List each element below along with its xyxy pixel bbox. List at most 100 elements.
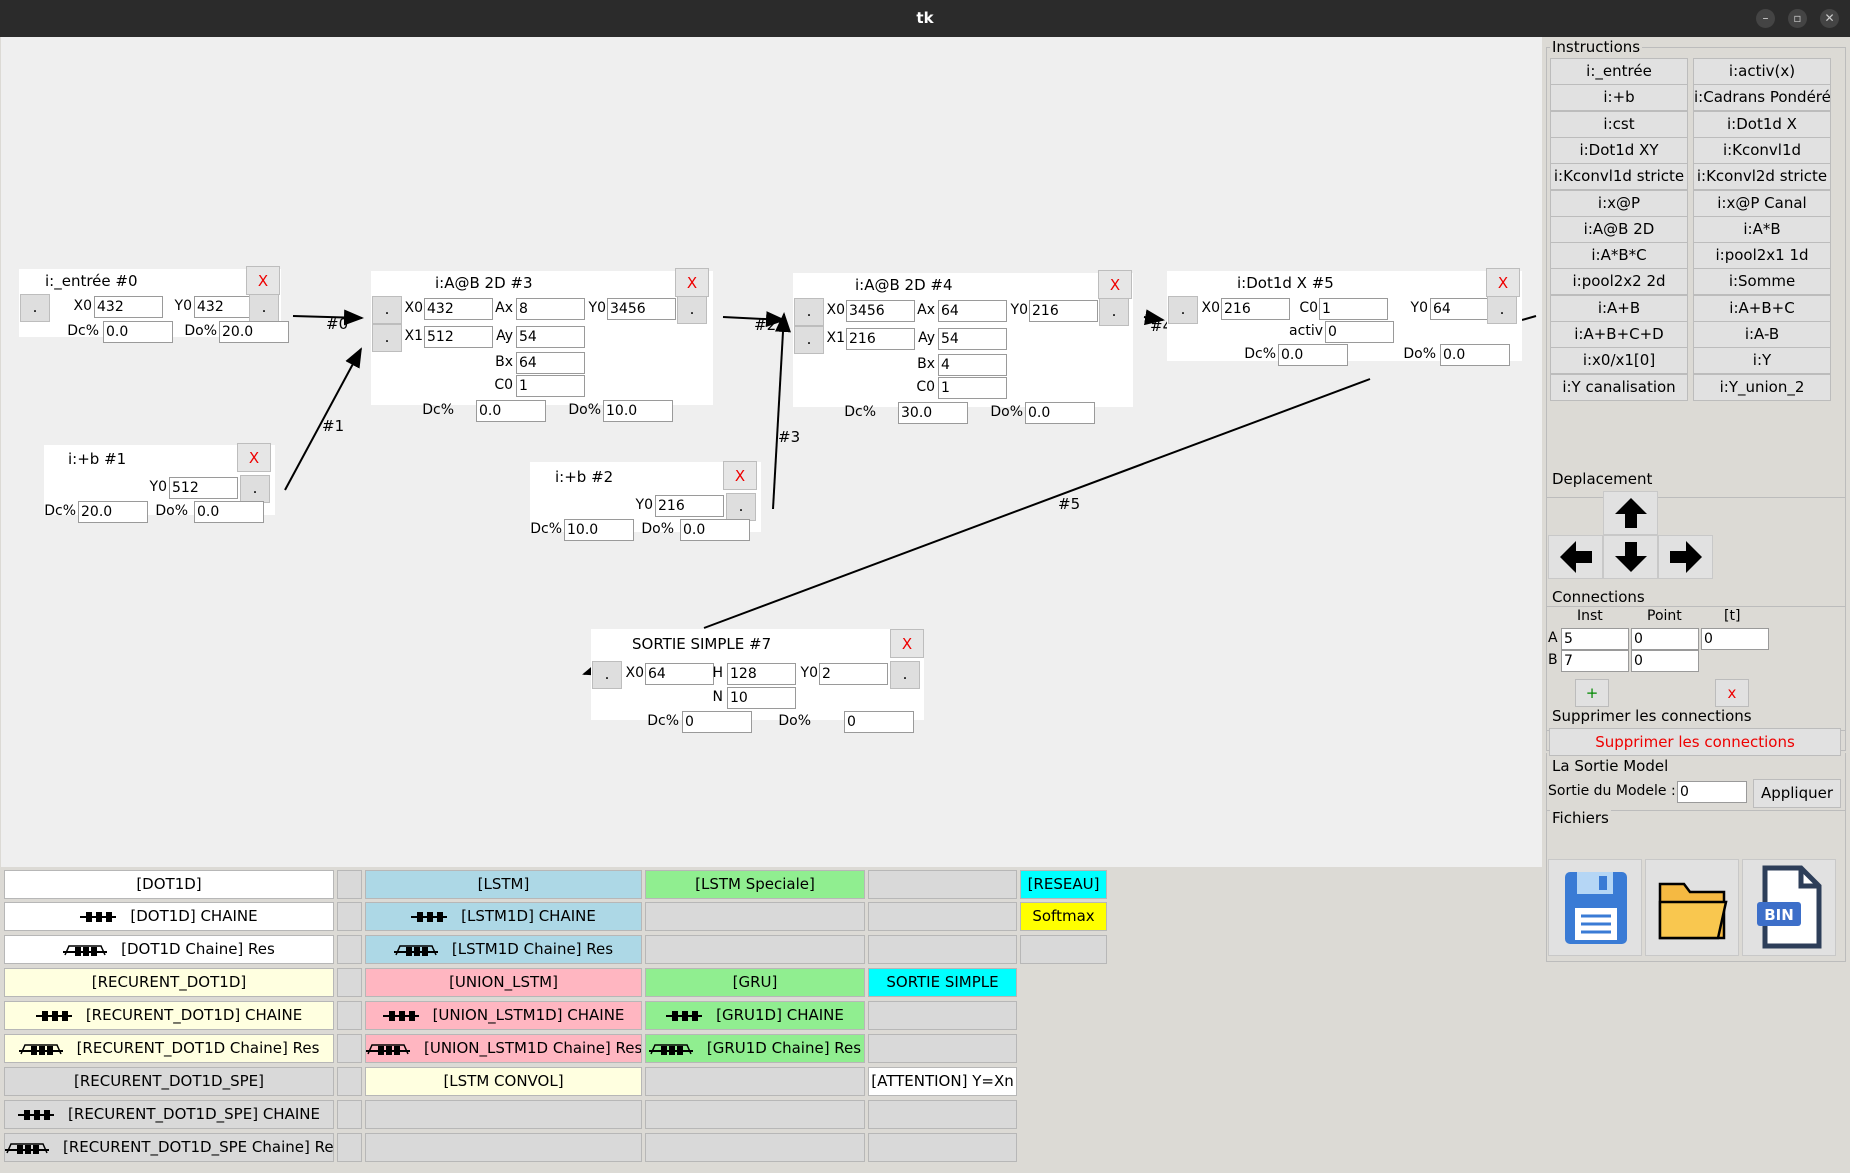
palette-dot1d-chaine[interactable]: [DOT1D] CHAINE	[4, 902, 334, 931]
instruction-button[interactable]: i:activ(x)	[1693, 58, 1831, 85]
arrow-up-icon[interactable]	[1603, 491, 1658, 535]
node-1[interactable]: i:+b #1 X Y0 512 . Dc% 20.0 Do% 0.0	[44, 443, 275, 523]
node-close-button[interactable]: X	[246, 266, 280, 295]
x0-field[interactable]: 64	[645, 663, 714, 685]
palette-lstm-speciale[interactable]: [LSTM Speciale]	[645, 870, 865, 899]
do-field[interactable]: 20.0	[219, 321, 289, 343]
instruction-button[interactable]: i:A@B 2D	[1550, 215, 1688, 243]
row-b-point-field[interactable]: 0	[1631, 650, 1699, 672]
instruction-button[interactable]: i:Somme	[1693, 268, 1831, 296]
palette-attention[interactable]: [ATTENTION] Y=Xn	[868, 1067, 1017, 1096]
x1-field[interactable]: 512	[424, 326, 493, 348]
y0-field[interactable]: 3456	[607, 298, 676, 320]
appliquer-button[interactable]: Appliquer	[1753, 779, 1841, 808]
bx-field[interactable]: 64	[516, 352, 585, 374]
node-2[interactable]: i:+b #2 X Y0 216 . Dc% 10.0 Do% 0.0	[530, 461, 761, 541]
palette-recurent-dot1d-chaine-res[interactable]: [RECURENT_DOT1D Chaine] Res	[4, 1034, 334, 1063]
instruction-button[interactable]: i:_entrée	[1550, 58, 1688, 85]
palette-dot1d[interactable]: [DOT1D]	[4, 870, 334, 899]
node-input-button[interactable]: .	[372, 296, 402, 324]
ax-field[interactable]: 8	[516, 298, 585, 320]
x1-field[interactable]: 216	[846, 328, 915, 350]
dc-field[interactable]: 0	[682, 711, 752, 733]
instruction-button[interactable]: i:x@P	[1550, 189, 1688, 217]
node-3[interactable]: i:A@B 2D #3 X . X0 432 Ax 8 Y0 3456 . . …	[371, 268, 713, 422]
node-input-button[interactable]: .	[1168, 296, 1198, 324]
y0-field[interactable]: 216	[1029, 300, 1098, 322]
node-output-button[interactable]: .	[890, 661, 920, 689]
do-field[interactable]: 0	[844, 711, 914, 733]
node-input-button[interactable]: .	[794, 298, 824, 326]
node-output-button[interactable]: .	[1099, 298, 1129, 326]
node-output-button[interactable]: .	[726, 493, 756, 521]
activ-field[interactable]: 0	[1325, 321, 1394, 343]
palette-lstm-convol[interactable]: [LSTM CONVOL]	[365, 1067, 642, 1096]
arrow-down-icon[interactable]	[1603, 535, 1658, 579]
bx-field[interactable]: 4	[938, 354, 1007, 376]
node-close-button[interactable]: X	[237, 443, 271, 472]
instruction-button[interactable]: i:x0/x1[0]	[1550, 347, 1688, 375]
instruction-button[interactable]: i:pool2x1 1d	[1693, 242, 1831, 270]
x0-field[interactable]: 3456	[846, 300, 915, 322]
instruction-button[interactable]: i:A+B+C+D	[1550, 321, 1688, 348]
graph-canvas[interactable]: #0 #1 #2 #3 #4 #5 i:_entrée #0 X . X0 43…	[1, 37, 1542, 867]
palette-lstm[interactable]: [LSTM]	[365, 870, 642, 899]
node-input-button-2[interactable]: .	[372, 324, 402, 352]
arrow-right-icon[interactable]	[1658, 535, 1713, 579]
node-close-button[interactable]: X	[723, 461, 757, 490]
y0-field[interactable]: 512	[169, 477, 238, 499]
instruction-button[interactable]: i:Y canalisation	[1550, 373, 1688, 401]
instruction-button[interactable]: i:A*B	[1693, 215, 1831, 243]
node-7[interactable]: SORTIE SIMPLE #7 X . X0 64 H 128 Y0 2 . …	[591, 629, 924, 733]
supprimer-connections-button[interactable]: Supprimer les connections	[1549, 728, 1841, 756]
h-field[interactable]: 128	[727, 663, 796, 685]
do-field[interactable]: 0.0	[194, 501, 264, 523]
instruction-button[interactable]: i:A-B	[1693, 321, 1831, 348]
palette-recurent-dot1d-spe-chaine[interactable]: [RECURENT_DOT1D_SPE] CHAINE	[4, 1100, 334, 1129]
dc-field[interactable]: 30.0	[898, 402, 968, 424]
x0-field[interactable]: 432	[424, 298, 493, 320]
instruction-button[interactable]: i:A+B+C	[1693, 294, 1831, 322]
palette-recurent-dot1d-spe-chaine-res[interactable]: [RECURENT_DOT1D_SPE Chaine] Res	[4, 1133, 334, 1162]
palette-recurent-dot1d[interactable]: [RECURENT_DOT1D]	[4, 968, 334, 997]
row-b-inst-field[interactable]: 7	[1561, 650, 1629, 672]
node-output-button[interactable]: .	[1487, 296, 1517, 324]
palette-gru[interactable]: [GRU]	[645, 968, 865, 997]
instruction-button[interactable]: i:Dot1d XY	[1550, 136, 1688, 164]
open-folder-icon[interactable]	[1645, 859, 1739, 956]
node-close-button[interactable]: X	[890, 629, 924, 658]
y0-field[interactable]: 216	[655, 495, 724, 517]
instruction-button[interactable]: i:Cadrans Pondérés	[1693, 84, 1831, 112]
c0-field[interactable]: 1	[1319, 298, 1388, 320]
minimize-icon[interactable]: –	[1756, 9, 1775, 28]
palette-lstm1d-chaine-res[interactable]: [LSTM1D Chaine] Res	[365, 935, 642, 964]
node-output-button[interactable]: .	[677, 296, 707, 324]
node-input-button[interactable]: .	[592, 661, 622, 689]
palette-gru1d-chaine-res[interactable]: [GRU1D Chaine] Res	[645, 1034, 865, 1063]
instruction-button[interactable]: i:Y	[1693, 347, 1831, 375]
dc-field[interactable]: 0.0	[1278, 344, 1348, 366]
y0-field[interactable]: 2	[819, 663, 888, 685]
instruction-button[interactable]: i:Kconvl1d	[1693, 136, 1831, 164]
do-field[interactable]: 10.0	[603, 400, 673, 422]
palette-union-lstm1d-chaine[interactable]: [UNION_LSTM1D] CHAINE	[365, 1001, 642, 1030]
palette-dot1d-chaine-res[interactable]: [DOT1D Chaine] Res	[4, 935, 334, 964]
node-4[interactable]: i:A@B 2D #4 X . X0 3456 Ax 64 Y0 216 . .…	[793, 270, 1133, 424]
instruction-button[interactable]: i:A*B*C	[1550, 242, 1688, 270]
palette-recurent-dot1d-spe[interactable]: [RECURENT_DOT1D_SPE]	[4, 1067, 334, 1096]
palette-sortie-simple[interactable]: SORTIE SIMPLE	[868, 968, 1017, 997]
dc-field[interactable]: 10.0	[564, 519, 634, 541]
palette-union-lstm1d-chaine-res[interactable]: [UNION_LSTM1D Chaine] Res	[365, 1034, 642, 1063]
instruction-button[interactable]: i:Kconvl2d stricte	[1693, 163, 1831, 191]
node-close-button[interactable]: X	[675, 268, 709, 297]
row-a-t-field[interactable]: 0	[1701, 628, 1769, 650]
c0-field[interactable]: 1	[516, 375, 585, 397]
instruction-button[interactable]: i:pool2x2 2d	[1550, 268, 1688, 296]
ay-field[interactable]: 54	[938, 328, 1007, 350]
node-5[interactable]: i:Dot1d X #5 X . X0 216 C0 1 Y0 64 . act…	[1167, 268, 1522, 366]
node-input-button-2[interactable]: .	[794, 326, 824, 354]
node-input-button[interactable]: .	[20, 294, 50, 322]
bin-file-icon[interactable]: BIN	[1742, 859, 1836, 956]
instruction-button[interactable]: i:x@P Canal	[1693, 189, 1831, 217]
do-field[interactable]: 0.0	[1440, 344, 1510, 366]
